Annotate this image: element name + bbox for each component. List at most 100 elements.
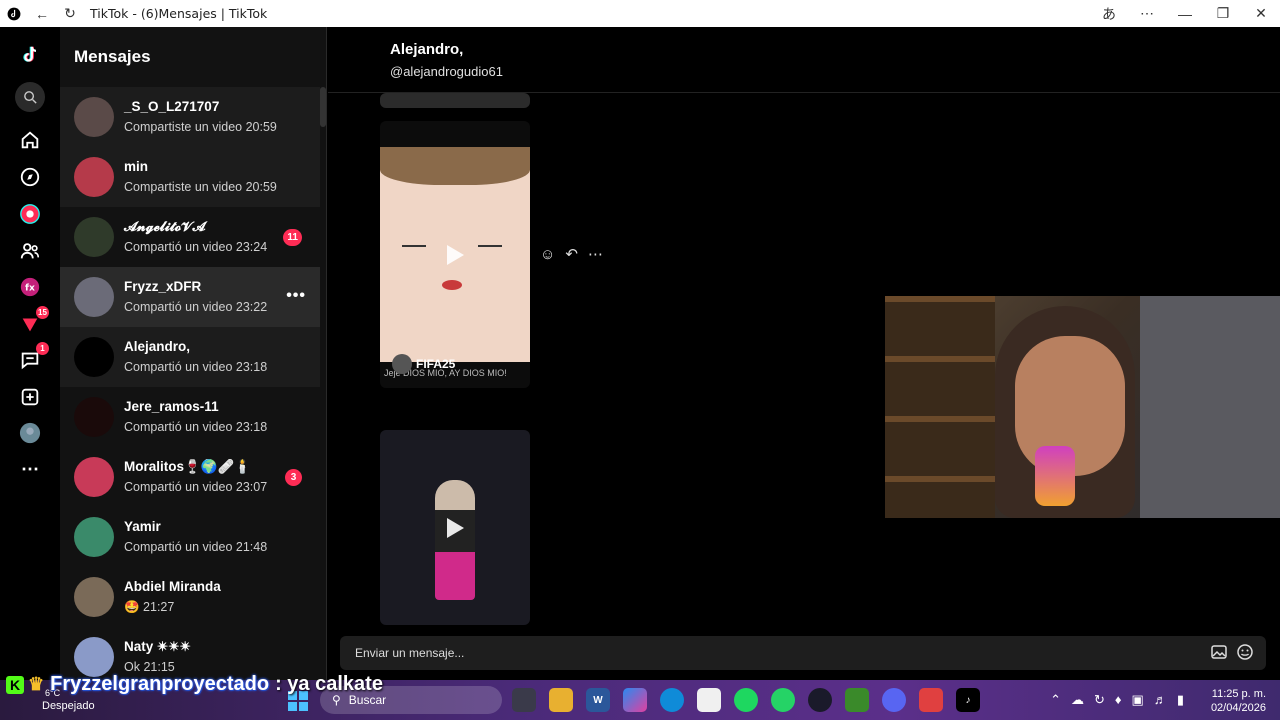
conversation-item[interactable]: 𝓐𝓷𝓰𝓮𝓵𝓲𝓽𝓸𝓥𝓐 Compartió un video 23:24 11 bbox=[60, 207, 320, 267]
chat-area: Alejandro, @alejandrogudio61 Jeje DIOS M… bbox=[328, 27, 1280, 680]
conversation-name: 𝓐𝓷𝓰𝓮𝓵𝓲𝓽𝓸𝓥𝓐 bbox=[124, 219, 206, 234]
whatsapp-icon[interactable] bbox=[771, 688, 795, 712]
conversation-item[interactable]: _S_O_L271707 Compartiste un video 20:59 bbox=[60, 87, 320, 147]
conversation-preview: Compartiste un video 20:59 bbox=[124, 120, 277, 134]
emoji-icon[interactable] bbox=[1236, 643, 1254, 661]
explore-icon[interactable] bbox=[15, 162, 45, 192]
avatar bbox=[74, 517, 114, 557]
weather-widget[interactable]: 6°C Despejado bbox=[42, 688, 95, 712]
effects-icon[interactable]: fx bbox=[15, 272, 45, 302]
more-options-icon[interactable]: ⋯ bbox=[1128, 0, 1166, 27]
window-titlebar: ← ↻ TikTok - (6)Mensajes | TikTok あ ⋯ — … bbox=[0, 0, 1280, 27]
messages-icon[interactable]: 1 bbox=[15, 342, 49, 375]
back-arrow-icon[interactable]: ← bbox=[28, 0, 56, 27]
microphone-icon[interactable]: ♦ bbox=[1115, 692, 1122, 708]
chat-contact-name[interactable]: Alejandro, bbox=[390, 41, 1280, 58]
store-icon[interactable] bbox=[697, 688, 721, 712]
edge-icon[interactable] bbox=[660, 688, 684, 712]
message-input[interactable]: Enviar un mensaje... bbox=[340, 636, 1266, 670]
more-options-icon[interactable]: ⋯ bbox=[588, 245, 603, 263]
tiktok-taskbar-icon[interactable]: ♪ bbox=[956, 688, 980, 712]
stream-chat-overlay: K ♛ Fryzzelgranproyectado : ya calkate bbox=[6, 673, 383, 696]
minecraft-icon[interactable] bbox=[845, 688, 869, 712]
image-upload-icon[interactable] bbox=[1210, 643, 1228, 661]
more-menu-icon[interactable]: ⋯ bbox=[15, 454, 45, 484]
taskbar-apps: W ♪ bbox=[512, 688, 980, 712]
unread-badge: 3 bbox=[285, 469, 302, 486]
conversation-name: min bbox=[124, 159, 149, 174]
restore-button[interactable]: ❐ bbox=[1204, 0, 1242, 27]
shared-video-card[interactable] bbox=[380, 93, 530, 108]
home-icon[interactable] bbox=[15, 125, 45, 155]
word-icon[interactable]: W bbox=[586, 688, 610, 712]
sync-icon[interactable]: ↻ bbox=[1094, 692, 1105, 708]
inbox-icon[interactable]: 15 bbox=[15, 306, 49, 339]
spotify-icon[interactable] bbox=[734, 688, 758, 712]
conversation-item[interactable]: Jere_ramos-11 Compartió un video 23:18 bbox=[60, 387, 320, 447]
copilot-icon[interactable] bbox=[623, 688, 647, 712]
conversation-name: _S_O_L271707 bbox=[124, 99, 220, 114]
following-icon[interactable] bbox=[15, 236, 45, 266]
chevron-up-icon[interactable]: ⌃ bbox=[1050, 692, 1061, 708]
conversation-name: Moralitos🍷🌍🩹🕯️ bbox=[124, 459, 252, 474]
conversation-name: Jere_ramos-11 bbox=[124, 399, 219, 414]
battery-icon[interactable]: ▮ bbox=[1177, 692, 1184, 708]
conversation-item[interactable]: Moralitos🍷🌍🩹🕯️ Compartió un video 23:07 … bbox=[60, 447, 320, 507]
file-explorer-icon[interactable] bbox=[549, 688, 573, 712]
app-icon[interactable] bbox=[919, 688, 943, 712]
window-title: TikTok - (6)Mensajes | TikTok bbox=[90, 6, 268, 21]
conversation-preview: Compartió un video 23:18 bbox=[124, 360, 268, 374]
video-author: FIFA25 bbox=[392, 354, 455, 374]
taskbar-clock[interactable]: 11:25 p. m. 02/04/2026 bbox=[1211, 687, 1266, 715]
more-options-icon[interactable]: ••• bbox=[286, 287, 306, 305]
weather-desc: Despejado bbox=[42, 700, 95, 712]
overlay-message: : ya calkate bbox=[275, 673, 383, 695]
obs-icon[interactable] bbox=[808, 688, 832, 712]
conversation-item[interactable]: Fryzz_xDFR Compartió un video 23:22 ••• bbox=[60, 267, 320, 327]
conversation-item[interactable]: Alejandro, Compartió un video 23:18 bbox=[60, 327, 320, 387]
avatar bbox=[74, 277, 114, 317]
play-icon[interactable] bbox=[444, 516, 466, 540]
list-scrollbar[interactable] bbox=[320, 87, 326, 127]
conversation-name: Naty ✴✴✴ bbox=[124, 639, 191, 654]
volume-icon[interactable]: ♬ bbox=[1154, 692, 1167, 708]
avatar bbox=[74, 457, 114, 497]
react-icon[interactable]: ☺ bbox=[540, 246, 555, 263]
avatar bbox=[74, 397, 114, 437]
tiktok-app-icon bbox=[0, 0, 28, 27]
webcam-overlay bbox=[885, 296, 1280, 518]
shared-video-card[interactable]: Jeje DIOS MIO, AY DIOS MIO! FIFA25 bbox=[380, 121, 530, 388]
avatar bbox=[74, 157, 114, 197]
conversation-item[interactable]: Yamir Compartió un video 21:48 bbox=[60, 507, 320, 567]
video-author-name: FIFA25 bbox=[416, 357, 456, 371]
avatar bbox=[74, 217, 114, 257]
network-icon[interactable]: ▣ bbox=[1132, 692, 1144, 708]
profile-avatar[interactable] bbox=[15, 418, 45, 448]
tiktok-logo-icon[interactable] bbox=[15, 40, 45, 70]
avatar bbox=[74, 637, 114, 677]
conversation-item[interactable]: Abdiel Miranda 🤩 21:27 bbox=[60, 567, 320, 627]
live-icon[interactable] bbox=[15, 199, 45, 229]
cloud-icon[interactable]: ☁ bbox=[1071, 692, 1084, 708]
avatar bbox=[74, 337, 114, 377]
clock-date: 02/04/2026 bbox=[1210, 702, 1266, 714]
conversation-item[interactable]: min Compartiste un video 20:59 bbox=[60, 147, 320, 207]
unread-badge: 11 bbox=[283, 229, 302, 246]
upload-icon[interactable] bbox=[15, 382, 45, 412]
messages-badge: 1 bbox=[36, 342, 49, 355]
conversation-preview: Compartió un video 21:48 bbox=[124, 540, 268, 554]
translate-icon[interactable]: あ bbox=[1090, 0, 1128, 27]
search-icon[interactable] bbox=[15, 82, 45, 112]
chat-contact-handle[interactable]: @alejandrogudio61 bbox=[390, 64, 1280, 79]
reply-icon[interactable]: ↶ bbox=[565, 245, 578, 263]
close-button[interactable]: ✕ bbox=[1242, 0, 1280, 27]
shared-video-card[interactable] bbox=[380, 430, 530, 625]
conversation-preview: Compartió un video 23:18 bbox=[124, 420, 268, 434]
overlay-username: Fryzzelgranproyectado bbox=[50, 673, 270, 695]
task-view-icon[interactable] bbox=[512, 688, 536, 712]
reload-icon[interactable]: ↻ bbox=[56, 0, 84, 27]
play-icon[interactable] bbox=[444, 243, 466, 267]
conversation-preview: Compartió un video 23:07 bbox=[124, 480, 268, 494]
minimize-button[interactable]: — bbox=[1166, 0, 1204, 27]
discord-icon[interactable] bbox=[882, 688, 906, 712]
